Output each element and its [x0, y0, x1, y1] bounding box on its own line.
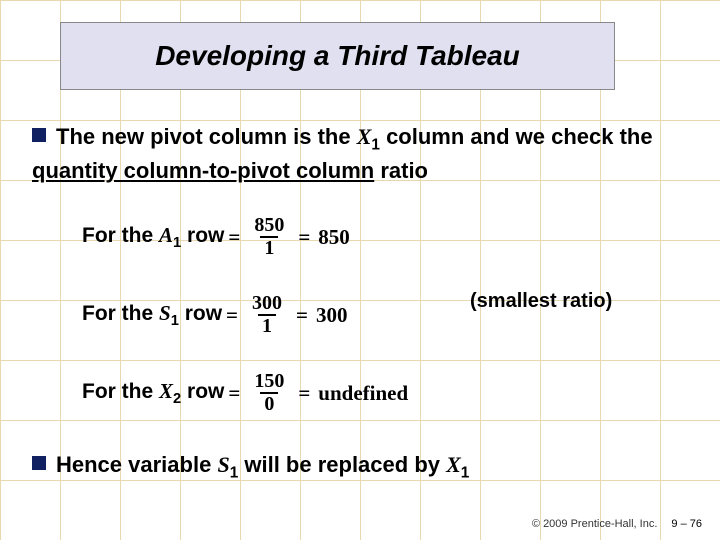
row-label: For the A1 row [82, 223, 224, 251]
underlined-phrase: quantity column-to-pivot column [32, 158, 374, 183]
numerator: 150 [250, 371, 288, 392]
denominator: 1 [258, 314, 276, 337]
ratio-rows: For the A1 row = 850 1 = 850 For the S1 … [82, 208, 642, 442]
result: 850 [318, 225, 350, 250]
denominator: 1 [260, 236, 278, 259]
text: The new pivot column is the [56, 124, 357, 149]
text: column and we check the [380, 124, 653, 149]
row-label: For the X2 row [82, 379, 224, 407]
equals-sign: = [226, 303, 238, 328]
var-x-sub: 1 [461, 464, 470, 481]
var-s-sub: 1 [230, 464, 239, 481]
denominator: 0 [260, 392, 278, 415]
result: 300 [316, 303, 348, 328]
footer: © 2009 Prentice-Hall, Inc. 9 – 76 [532, 518, 702, 530]
equals-sign: = [298, 225, 310, 250]
equals-sign: = [298, 381, 310, 406]
numerator: 300 [248, 293, 286, 314]
fraction: 850 1 [250, 215, 288, 259]
text: row [179, 302, 222, 325]
text: row [181, 380, 224, 403]
bullet-item-2: Hence variable S1 will be replaced by X1 [32, 452, 672, 482]
text: will be replaced by [238, 452, 446, 477]
var-sub: 1 [173, 235, 181, 251]
row-label: For the S1 row [82, 301, 222, 329]
var-x: X [357, 124, 372, 149]
var: A [159, 223, 173, 247]
numerator: 850 [250, 215, 288, 236]
bullet-marker-icon [32, 456, 46, 470]
var-x-sub: 1 [371, 136, 380, 153]
text: For the [82, 380, 159, 403]
equals-sign: = [228, 225, 240, 250]
smallest-ratio-note: (smallest ratio) [470, 290, 612, 313]
bullet-marker-icon [32, 128, 46, 142]
text: row [181, 224, 224, 247]
fraction: 150 0 [250, 371, 288, 415]
var: S [159, 301, 171, 325]
page-number: 9 – 76 [671, 518, 702, 530]
var-sub: 1 [171, 313, 179, 329]
text: ratio [374, 158, 428, 183]
slide-title: Developing a Third Tableau [155, 40, 520, 72]
var: X [159, 379, 173, 403]
ratio-row: For the A1 row = 850 1 = 850 [82, 208, 642, 266]
fraction: 300 1 [248, 293, 286, 337]
text: For the [82, 302, 159, 325]
var-sub: 2 [173, 391, 181, 407]
result: undefined [318, 381, 408, 406]
var-x: X [446, 452, 461, 477]
equals-sign: = [228, 381, 240, 406]
text: For the [82, 224, 159, 247]
title-box: Developing a Third Tableau [60, 22, 615, 90]
copyright-text: © 2009 Prentice-Hall, Inc. [532, 518, 658, 530]
bullet-item-1: The new pivot column is the X1 column an… [32, 122, 672, 186]
ratio-row: For the X2 row = 150 0 = undefined [82, 364, 642, 422]
equals-sign: = [296, 303, 308, 328]
text: Hence variable [56, 452, 217, 477]
var-s: S [217, 452, 229, 477]
slide-content: Developing a Third Tableau The new pivot… [0, 0, 720, 540]
